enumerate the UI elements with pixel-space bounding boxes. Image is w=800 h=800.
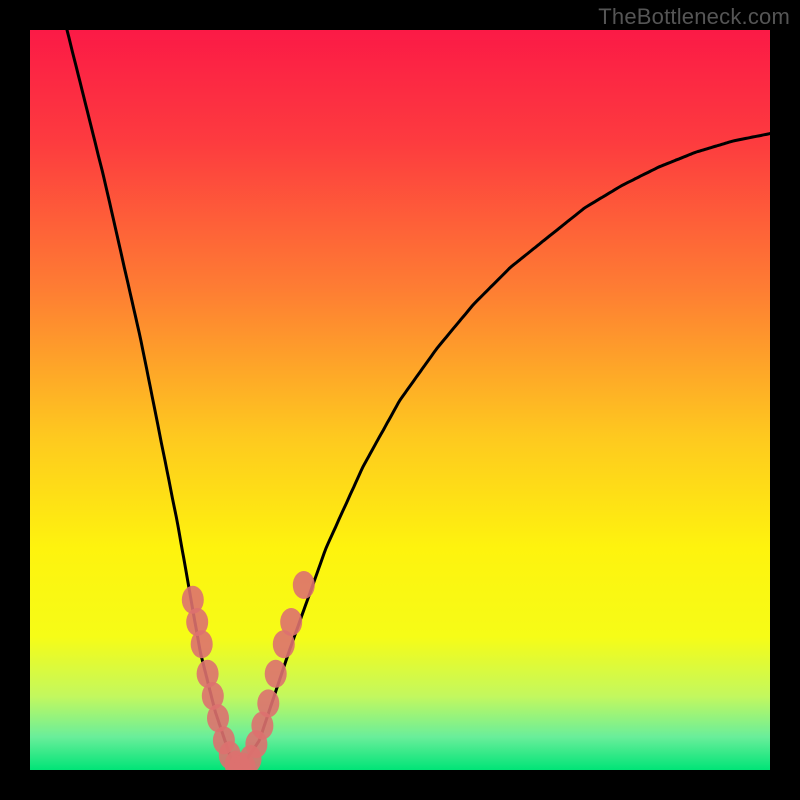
highlight-dot xyxy=(265,660,287,688)
highlight-dot xyxy=(257,689,279,717)
plot-area xyxy=(30,30,770,770)
highlight-dot xyxy=(191,630,213,658)
highlight-dot xyxy=(293,571,315,599)
watermark-text: TheBottleneck.com xyxy=(598,4,790,30)
highlight-dot xyxy=(280,608,302,636)
chart-frame: TheBottleneck.com xyxy=(0,0,800,800)
bottleneck-chart xyxy=(30,30,770,770)
